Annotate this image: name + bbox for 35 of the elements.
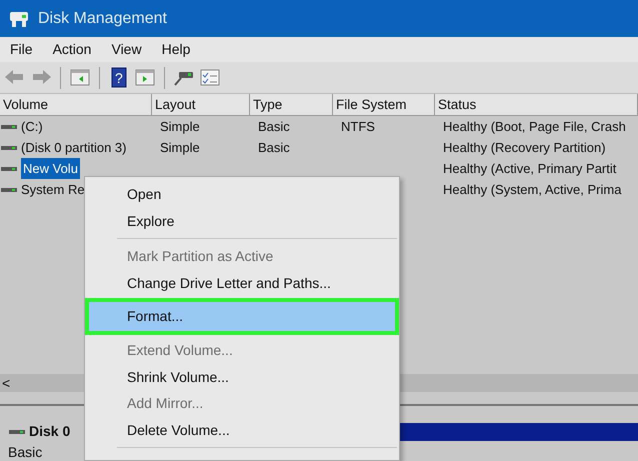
pane-icon[interactable] bbox=[69, 67, 91, 88]
table-cell-text: Healthy (Recovery Partition) bbox=[442, 139, 607, 157]
table-cell[interactable]: New Volu bbox=[21, 158, 80, 179]
table-cell-text: Healthy (System, Active, Prima bbox=[442, 181, 622, 199]
table-cell[interactable]: (Disk 0 partition 3) bbox=[21, 137, 126, 158]
column-header[interactable]: Layout bbox=[152, 94, 250, 115]
table-cell-text: Simple bbox=[159, 139, 201, 157]
table-cell-text: Simple bbox=[159, 118, 201, 136]
menu-item[interactable]: File bbox=[5, 39, 38, 60]
menu-item[interactable]: Change Drive Letter and Paths... bbox=[85, 270, 399, 296]
scroll-left-arrow[interactable]: < bbox=[2, 375, 10, 391]
table-cell[interactable]: System Re bbox=[21, 179, 85, 200]
menu-item[interactable]: Format... bbox=[85, 298, 399, 335]
disk-name: Disk 0 bbox=[29, 422, 70, 441]
menu-item[interactable]: Open bbox=[85, 181, 399, 208]
menu-item[interactable]: Explore bbox=[85, 208, 399, 234]
menu-item[interactable]: Shrink Volume... bbox=[85, 364, 399, 390]
disk-type: Basic bbox=[8, 443, 42, 461]
table-cell-text: Healthy (Boot, Page File, Crash bbox=[442, 118, 627, 136]
column-header[interactable]: Volume bbox=[0, 94, 152, 115]
table-cell-text: Basic bbox=[257, 118, 291, 136]
window-title: Disk Management bbox=[38, 8, 167, 28]
menu-item[interactable]: Delete Volume... bbox=[85, 416, 399, 443]
menu-item[interactable]: Action bbox=[48, 39, 96, 60]
properties-icon[interactable] bbox=[199, 67, 221, 88]
column-header[interactable]: Type bbox=[250, 94, 333, 115]
table-cell[interactable]: (C:) bbox=[21, 116, 43, 137]
column-header[interactable]: Status bbox=[435, 94, 638, 115]
table-cell-text: Healthy (Active, Primary Partit bbox=[442, 160, 618, 178]
column-header[interactable]: File System bbox=[333, 94, 435, 115]
table-cell-text: Basic bbox=[257, 139, 291, 157]
menu-item[interactable]: View bbox=[106, 39, 147, 60]
pane-icon[interactable] bbox=[134, 67, 156, 88]
table-cell-text: NTFS bbox=[340, 118, 376, 136]
menu-item[interactable]: Help bbox=[156, 39, 196, 60]
